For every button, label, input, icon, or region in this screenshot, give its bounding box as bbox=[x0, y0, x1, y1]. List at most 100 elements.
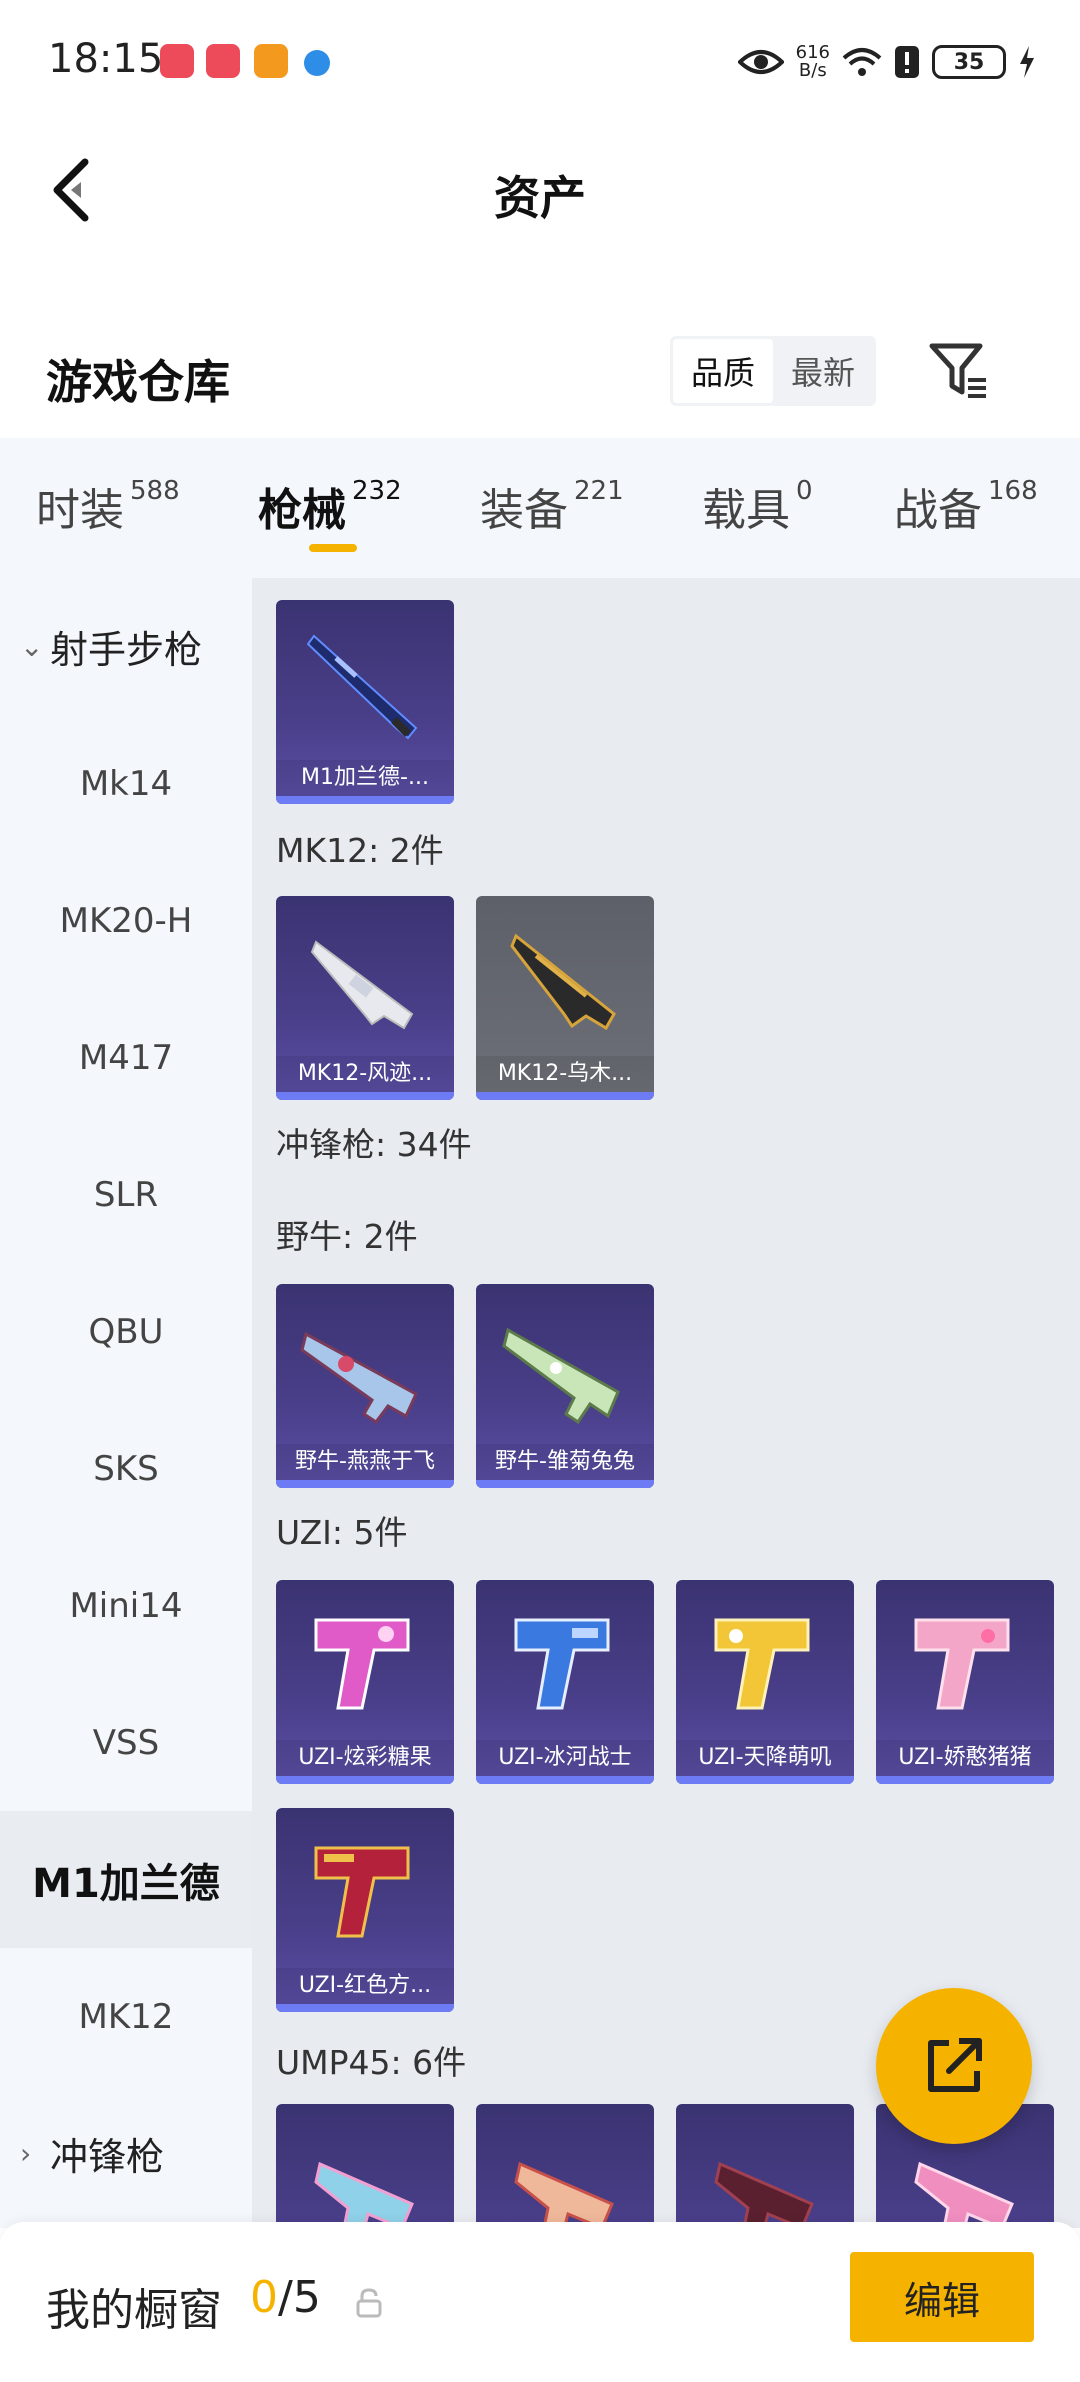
section-ump45: UMP45: 6件 bbox=[276, 2043, 467, 2082]
app-notification-icon bbox=[160, 44, 194, 78]
sort-toggle: 品质 最新 bbox=[670, 336, 876, 406]
active-tab-indicator bbox=[309, 544, 357, 552]
item-name: UZI-冰河战士 bbox=[476, 1740, 654, 1776]
rarity-bar bbox=[276, 1092, 454, 1100]
item-card[interactable]: MK12-风迹... bbox=[276, 896, 454, 1100]
smg-skin-image bbox=[314, 2161, 414, 2228]
app-notification-icon bbox=[206, 44, 240, 78]
rarity-bar bbox=[276, 2004, 454, 2012]
item-card[interactable] bbox=[676, 2104, 854, 2228]
tab-fashion[interactable]: 时装 588 bbox=[36, 474, 180, 538]
tab-count: 588 bbox=[130, 476, 180, 506]
rarity-bar bbox=[476, 1776, 654, 1784]
category-tabs: 时装 588 枪械 232 装备 221 载具 0 战备 168 bbox=[0, 438, 1080, 578]
battery-indicator: 35 bbox=[932, 45, 1006, 79]
rarity-bar bbox=[276, 1776, 454, 1784]
section-mk12: MK12: 2件 bbox=[276, 831, 444, 870]
tab-count: 232 bbox=[352, 476, 402, 506]
showcase-label: 我的橱窗 bbox=[46, 2285, 222, 2336]
sidebar-item-mk12[interactable]: MK12 bbox=[0, 1948, 252, 2085]
rifle-skin-image bbox=[510, 933, 616, 1031]
item-card[interactable]: 野牛-燕燕于飞 bbox=[276, 1284, 454, 1488]
share-button[interactable] bbox=[876, 1988, 1032, 2144]
tab-label: 时装 bbox=[36, 485, 124, 536]
sidebar-item-mk20h[interactable]: MK20-H bbox=[0, 852, 252, 989]
smg-skin-image bbox=[914, 1618, 1010, 1710]
item-card[interactable] bbox=[476, 2104, 654, 2228]
tab-label: 战备 bbox=[894, 485, 982, 536]
item-card[interactable]: MK12-乌木... bbox=[476, 896, 654, 1100]
item-name: UZI-娇憨猪猪 bbox=[876, 1740, 1054, 1776]
eye-icon bbox=[737, 50, 784, 74]
item-name: MK12-乌木... bbox=[476, 1056, 654, 1092]
tab-supplies[interactable]: 战备 168 bbox=[894, 474, 1038, 538]
status-time: 18:15 bbox=[48, 36, 164, 82]
sidebar-item-m1-garand[interactable]: M1加兰德 bbox=[0, 1811, 252, 1948]
warehouse-title: 游戏仓库 bbox=[46, 355, 230, 409]
item-card[interactable]: M1加兰德-... bbox=[276, 600, 454, 804]
section-smg: 冲锋枪: 34件 bbox=[276, 1125, 472, 1164]
item-name: M1加兰德-... bbox=[276, 760, 454, 796]
rarity-bar bbox=[276, 796, 454, 804]
item-card[interactable]: 野牛-雏菊兔兔 bbox=[476, 1284, 654, 1488]
alert-icon bbox=[895, 46, 919, 78]
sidebar-item-vss[interactable]: VSS bbox=[0, 1674, 252, 1811]
tab-equipment[interactable]: 装备 221 bbox=[480, 474, 624, 538]
smg-skin-image bbox=[502, 1327, 620, 1425]
item-name: UZI-天降萌叽 bbox=[676, 1740, 854, 1776]
sidebar-item-m417[interactable]: M417 bbox=[0, 989, 252, 1126]
item-name: 野牛-雏菊兔兔 bbox=[476, 1444, 654, 1480]
page-title: 资产 bbox=[494, 171, 586, 225]
sidebar-item-slr[interactable]: SLR bbox=[0, 1126, 252, 1263]
smg-skin-image bbox=[514, 1618, 610, 1710]
showcase-used: 0 bbox=[250, 2272, 278, 2323]
rarity-bar bbox=[876, 1776, 1054, 1784]
edit-button[interactable]: 编辑 bbox=[850, 2252, 1034, 2342]
sort-by-quality[interactable]: 品质 bbox=[673, 339, 773, 403]
rifle-skin-image bbox=[310, 940, 414, 1030]
sidebar-item-mk14[interactable]: Mk14 bbox=[0, 715, 252, 852]
item-grid: M1加兰德-... MK12: 2件 MK12-风迹... MK12-乌木...… bbox=[252, 578, 1080, 2228]
item-card[interactable] bbox=[276, 2104, 454, 2228]
rarity-bar bbox=[476, 1092, 654, 1100]
page-header: 资产 bbox=[0, 124, 1080, 256]
sidebar-item-qbu[interactable]: QBU bbox=[0, 1263, 252, 1400]
item-card[interactable]: UZI-炫彩糖果 bbox=[276, 1580, 454, 1784]
tab-label: 枪械 bbox=[258, 485, 346, 536]
item-name: UZI-红色方... bbox=[276, 1968, 454, 2004]
rarity-bar bbox=[476, 1480, 654, 1488]
tab-count: 168 bbox=[988, 476, 1038, 506]
sidebar-group-label: 冲锋枪 bbox=[50, 2135, 165, 2179]
item-name: UZI-炫彩糖果 bbox=[276, 1740, 454, 1776]
net-speed: 616 B/s bbox=[796, 44, 830, 80]
tab-label: 载具 bbox=[702, 485, 790, 536]
tab-vehicles[interactable]: 载具 0 bbox=[702, 474, 813, 538]
item-card[interactable]: UZI-娇憨猪猪 bbox=[876, 1580, 1054, 1784]
sidebar-group-smg[interactable]: › 冲锋枪 bbox=[0, 2085, 252, 2222]
item-card[interactable]: UZI-天降萌叽 bbox=[676, 1580, 854, 1784]
sidebar-group-marksman-rifles[interactable]: ⌄ 射手步枪 bbox=[0, 578, 252, 715]
warehouse-toolbar: 游戏仓库 品质 最新 bbox=[0, 320, 1080, 440]
tab-guns[interactable]: 枪械 232 bbox=[258, 474, 402, 538]
showcase-count: 0/5 bbox=[250, 2272, 321, 2323]
item-name: MK12-风迹... bbox=[276, 1056, 454, 1092]
sidebar-item-mini14[interactable]: Mini14 bbox=[0, 1537, 252, 1674]
tab-count: 0 bbox=[796, 476, 813, 506]
item-card[interactable]: UZI-红色方... bbox=[276, 1808, 454, 2012]
smg-skin-image bbox=[514, 2161, 614, 2228]
weapon-sidebar: ⌄ 射手步枪 Mk14 MK20-H M417 SLR QBU SKS Mini… bbox=[0, 578, 252, 2228]
showcase-bar: 我的橱窗 0/5 编辑 bbox=[0, 2222, 1080, 2382]
sort-by-newest[interactable]: 最新 bbox=[773, 339, 873, 403]
item-card[interactable]: UZI-冰河战士 bbox=[476, 1580, 654, 1784]
chevron-down-icon: ⌄ bbox=[20, 630, 44, 663]
filter-button[interactable] bbox=[926, 338, 992, 404]
filter-icon bbox=[929, 343, 986, 398]
rarity-bar bbox=[276, 1480, 454, 1488]
smg-skin-image bbox=[314, 1846, 410, 1938]
share-icon bbox=[928, 2038, 982, 2092]
showcase-total: /5 bbox=[278, 2272, 321, 2323]
tab-count: 221 bbox=[574, 476, 624, 506]
smg-skin-image bbox=[300, 1331, 418, 1425]
smg-skin-image bbox=[714, 2161, 814, 2228]
sidebar-item-sks[interactable]: SKS bbox=[0, 1400, 252, 1537]
